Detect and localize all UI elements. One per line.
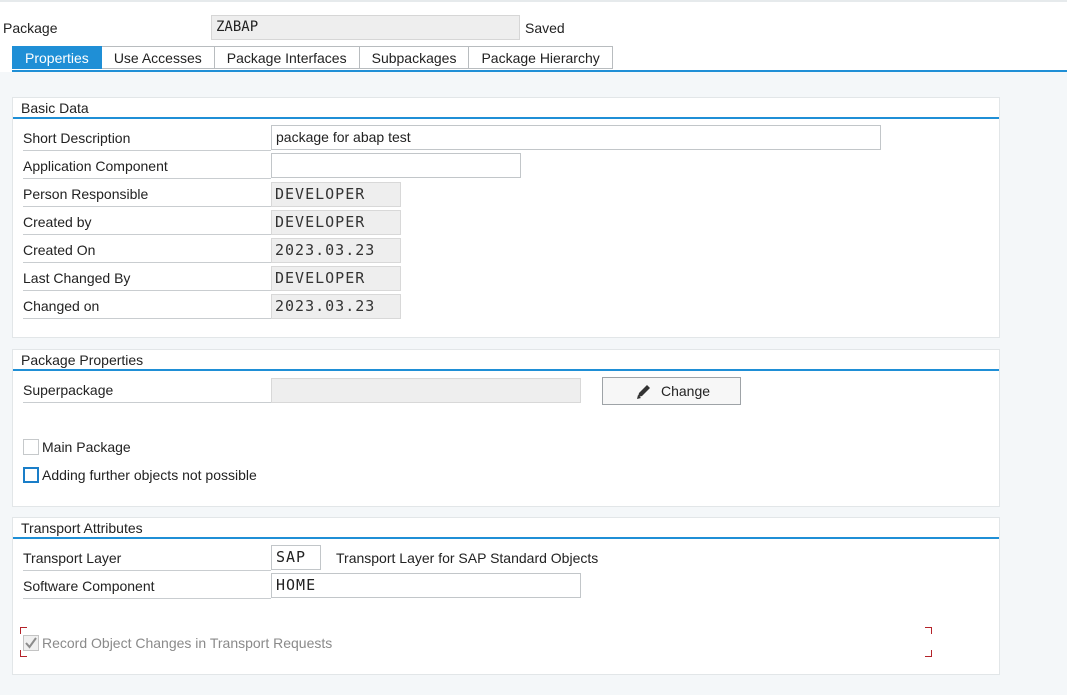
application-component-label: Application Component — [23, 153, 271, 179]
short-description-input[interactable]: package for abap test — [271, 125, 881, 150]
basic-data-title: Basic Data — [13, 98, 999, 119]
tab-underline — [12, 70, 1067, 72]
tab-subpackages[interactable]: Subpackages — [359, 46, 470, 69]
package-label: Package — [3, 20, 58, 36]
software-component-input[interactable]: HOME — [271, 573, 581, 598]
person-responsible-label: Person Responsible — [23, 181, 271, 207]
focus-corner-tl — [20, 627, 27, 634]
changed-on-label: Changed on — [23, 293, 271, 319]
focus-corner-tr — [925, 627, 932, 634]
software-component-label: Software Component — [23, 573, 271, 599]
record-changes-label: Record Object Changes in Transport Reque… — [42, 635, 333, 651]
tab-package-hierarchy[interactable]: Package Hierarchy — [469, 46, 613, 69]
created-on-field: 2023.03.23 — [271, 238, 401, 263]
changed-on-field: 2023.03.23 — [271, 294, 401, 319]
tab-properties[interactable]: Properties — [12, 46, 102, 69]
change-button-label: Change — [661, 383, 711, 399]
tab-use-accesses[interactable]: Use Accesses — [101, 46, 215, 69]
created-on-label: Created On — [23, 237, 271, 263]
package-properties-title: Package Properties — [13, 350, 999, 371]
person-responsible-field: DEVELOPER — [271, 182, 401, 207]
change-button[interactable]: Change — [602, 377, 741, 405]
superpackage-label: Superpackage — [23, 377, 271, 403]
checkmark-icon — [25, 637, 37, 649]
superpackage-field — [271, 378, 581, 403]
record-changes-checkbox — [23, 635, 39, 651]
application-component-input[interactable] — [271, 153, 521, 178]
focus-corner-bl — [20, 650, 27, 657]
transport-layer-description: Transport Layer for SAP Standard Objects — [336, 550, 599, 566]
basic-data-group: Basic Data Short Description package for… — [12, 97, 1000, 338]
tab-strip: Properties Use Accesses Package Interfac… — [12, 46, 613, 70]
last-changed-by-label: Last Changed By — [23, 265, 271, 291]
package-field[interactable]: ZABAP — [211, 15, 520, 40]
pencil-icon — [637, 385, 650, 399]
created-by-label: Created by — [23, 209, 271, 235]
short-description-label: Short Description — [23, 125, 271, 151]
transport-layer-input[interactable]: SAP — [271, 545, 321, 570]
no-further-objects-checkbox[interactable] — [23, 467, 39, 483]
package-properties-group: Package Properties Superpackage Change M… — [12, 349, 1000, 507]
tab-package-interfaces[interactable]: Package Interfaces — [214, 46, 360, 69]
main-package-label: Main Package — [42, 439, 131, 455]
last-changed-by-field: DEVELOPER — [271, 266, 401, 291]
transport-layer-label: Transport Layer — [23, 545, 271, 571]
transport-attributes-title: Transport Attributes — [13, 518, 999, 539]
transport-attributes-group: Transport Attributes Transport Layer SAP… — [12, 517, 1000, 675]
no-further-objects-label: Adding further objects not possible — [42, 467, 257, 483]
main-package-checkbox[interactable] — [23, 439, 39, 455]
header-bar: Package ZABAP Saved Properties Use Acces… — [0, 0, 1067, 72]
status-text: Saved — [525, 20, 565, 36]
focus-corner-br — [925, 650, 932, 657]
created-by-field: DEVELOPER — [271, 210, 401, 235]
